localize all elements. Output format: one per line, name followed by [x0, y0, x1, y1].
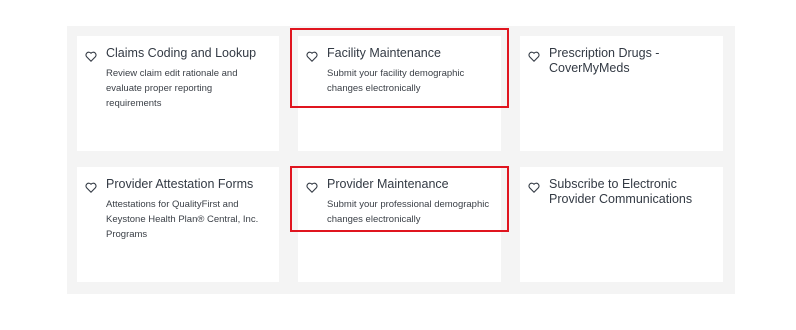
card-description: Submit your professional demographic cha…: [327, 199, 490, 225]
heart-icon[interactable]: [85, 182, 97, 193]
card-subscribe-communications[interactable]: Subscribe to Electronic Provider Communi…: [520, 167, 723, 282]
card-facility-maintenance[interactable]: Facility Maintenance Submit your facilit…: [298, 36, 501, 151]
card-prescription-drugs[interactable]: Prescription Drugs - CoverMyMeds: [520, 36, 723, 151]
heart-icon[interactable]: [528, 51, 540, 62]
card-title[interactable]: Provider Maintenance: [327, 177, 491, 192]
card-provider-attestation[interactable]: Provider Attestation Forms Attestations …: [77, 167, 279, 282]
card-description: Attestations for QualityFirst and Keysto…: [106, 199, 259, 240]
card-title[interactable]: Subscribe to Electronic Provider Communi…: [549, 177, 713, 207]
heart-icon[interactable]: [85, 51, 97, 62]
card-title[interactable]: Facility Maintenance: [327, 46, 491, 61]
card-title[interactable]: Provider Attestation Forms: [106, 177, 269, 192]
card-title[interactable]: Prescription Drugs - CoverMyMeds: [549, 46, 713, 76]
card-claims-coding[interactable]: Claims Coding and Lookup Review claim ed…: [77, 36, 279, 151]
heart-icon[interactable]: [306, 182, 318, 193]
card-description: Review claim edit rationale and evaluate…: [106, 68, 238, 109]
card-provider-maintenance[interactable]: Provider Maintenance Submit your profess…: [298, 167, 501, 282]
card-description: Submit your facility demographic changes…: [327, 68, 465, 94]
card-title[interactable]: Claims Coding and Lookup: [106, 46, 269, 61]
heart-icon[interactable]: [528, 182, 540, 193]
heart-icon[interactable]: [306, 51, 318, 62]
